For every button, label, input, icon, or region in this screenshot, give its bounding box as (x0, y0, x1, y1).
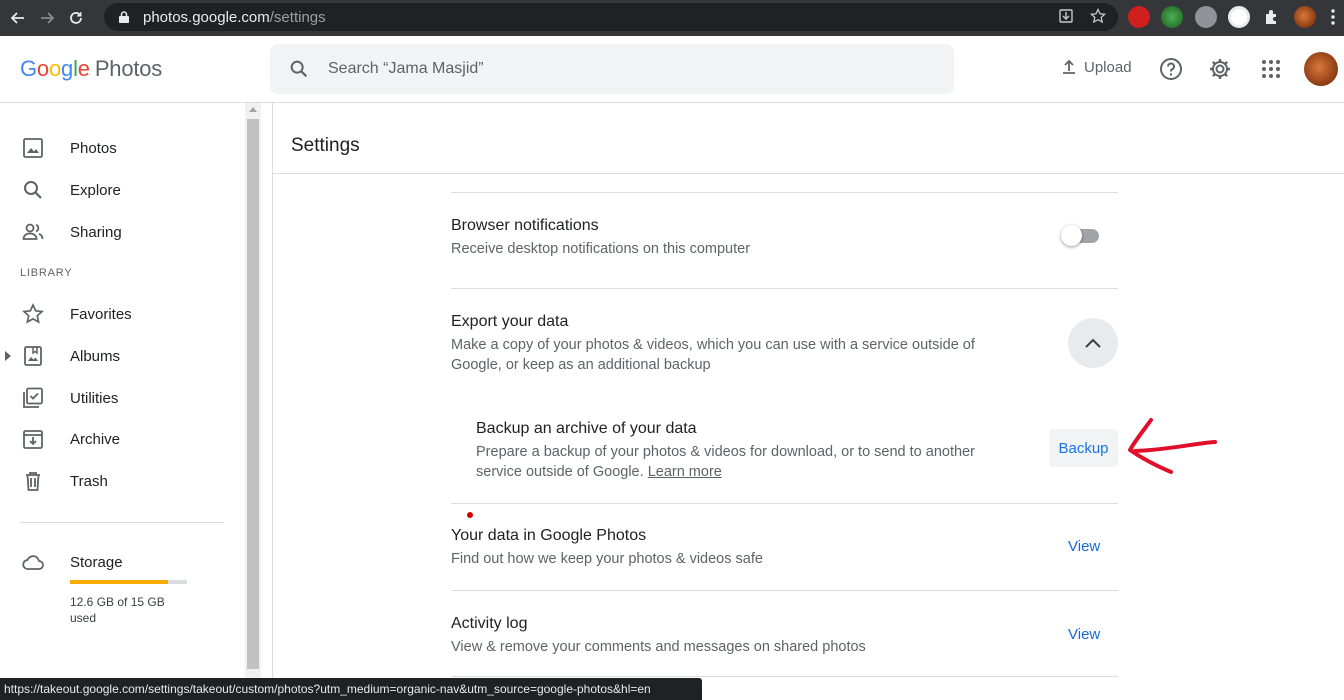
utilities-icon (23, 387, 43, 408)
settings-panel: Settings Browser notifications Receive d… (272, 103, 1344, 678)
address-bar[interactable]: photos.google.com/settings (104, 3, 1118, 31)
backup-title: Backup an archive of your data (476, 420, 697, 437)
url-text: photos.google.com/settings (143, 8, 326, 26)
extension-green-icon[interactable] (1161, 6, 1183, 28)
link-status-bar: https://takeout.google.com/settings/take… (0, 678, 702, 700)
browser-toolbar: photos.google.com/settings (0, 0, 1344, 36)
collapse-export-button[interactable] (1068, 318, 1118, 368)
row-divider (451, 288, 1118, 289)
upload-button[interactable]: Upload (1060, 58, 1132, 76)
extension-profile-icon[interactable] (1228, 6, 1250, 28)
search-bar[interactable] (270, 44, 954, 94)
search-icon (24, 181, 42, 199)
reload-button[interactable] (65, 7, 87, 29)
sidebar-item-archive[interactable]: Archive (0, 419, 245, 459)
storage-progress-fill (70, 580, 169, 584)
row-divider (451, 503, 1118, 504)
sidebar-item-photos[interactable]: Photos (0, 128, 245, 168)
upload-label: Upload (1084, 58, 1132, 76)
upload-icon (1063, 59, 1075, 74)
google-photos-logo[interactable]: Google Photos (20, 56, 162, 82)
row-divider (451, 192, 1118, 193)
notifications-toggle-knob[interactable] (1061, 225, 1082, 246)
extension-globe-icon[interactable] (1195, 6, 1217, 28)
storage-label: Storage (70, 554, 123, 571)
sidebar-divider (20, 522, 224, 523)
lock-icon (119, 11, 129, 23)
sidebar-item-utilities[interactable]: Utilities (0, 378, 245, 418)
star-icon (22, 303, 44, 324)
sidebar-item-favorites[interactable]: Favorites (0, 294, 245, 334)
backup-button[interactable]: Backup (1049, 429, 1118, 467)
scrollbar-thumb[interactable] (247, 119, 259, 669)
search-input[interactable] (328, 60, 888, 78)
row-divider (451, 590, 1118, 591)
sidebar-item-trash[interactable]: Trash (0, 461, 245, 501)
sidebar: Photos Explore Sharing LIBRARY Favorites… (0, 103, 245, 678)
your-data-view-link[interactable]: View (1068, 538, 1100, 555)
account-avatar[interactable] (1304, 52, 1338, 86)
back-button[interactable] (7, 7, 29, 29)
apps-grid-icon[interactable] (1258, 56, 1284, 82)
title-divider (273, 173, 1344, 174)
scroll-up-arrow-icon[interactable] (249, 107, 257, 112)
sidebar-item-explore[interactable]: Explore (0, 170, 245, 210)
annotation-arrow (1128, 418, 1217, 474)
export-title: Export your data (451, 313, 569, 330)
activity-log-view-link[interactable]: View (1068, 626, 1100, 643)
notifications-desc: Receive desktop notifications on this co… (451, 241, 751, 257)
export-desc: Make a copy of your photos & videos, whi… (451, 337, 975, 373)
sidebar-item-albums[interactable]: Albums (0, 336, 245, 376)
album-icon (24, 346, 42, 366)
storage-progress-bar (70, 580, 187, 584)
gear-icon[interactable] (1207, 56, 1233, 82)
help-icon[interactable] (1158, 56, 1184, 82)
notifications-title: Browser notifications (451, 217, 599, 234)
browser-profile-avatar[interactable] (1294, 6, 1316, 28)
your-data-desc: Find out how we keep your photos & video… (451, 551, 763, 567)
row-divider (451, 676, 1118, 677)
storage-used-text: 12.6 GB of 15 GB used (70, 595, 165, 625)
sidebar-item-sharing[interactable]: Sharing (0, 212, 245, 252)
library-heading: LIBRARY (20, 267, 73, 279)
chevron-up-icon (1085, 338, 1101, 348)
bookmark-star-icon[interactable] (1090, 8, 1106, 24)
activity-log-title: Activity log (451, 615, 528, 632)
photo-icon (23, 138, 43, 158)
annotation-dot (467, 512, 473, 518)
cloud-icon (22, 555, 44, 570)
search-icon[interactable] (288, 58, 310, 80)
learn-more-link[interactable]: Learn more (648, 464, 722, 480)
trash-icon (26, 472, 40, 491)
activity-log-desc: View & remove your comments and messages… (451, 639, 866, 655)
people-icon (22, 223, 44, 240)
extension-adblock-icon[interactable] (1128, 6, 1150, 28)
extensions-puzzle-icon[interactable] (1261, 6, 1283, 28)
forward-button[interactable] (36, 7, 58, 29)
page-title: Settings (291, 135, 360, 156)
backup-desc: Prepare a backup of your photos & videos… (476, 444, 975, 480)
archive-icon (23, 430, 43, 449)
browser-menu-icon[interactable] (1330, 6, 1340, 28)
sidebar-scrollbar[interactable] (245, 103, 261, 678)
your-data-title: Your data in Google Photos (451, 527, 647, 544)
app-header: GooglePhotos Upload (0, 36, 1344, 103)
install-icon[interactable] (1058, 8, 1074, 24)
